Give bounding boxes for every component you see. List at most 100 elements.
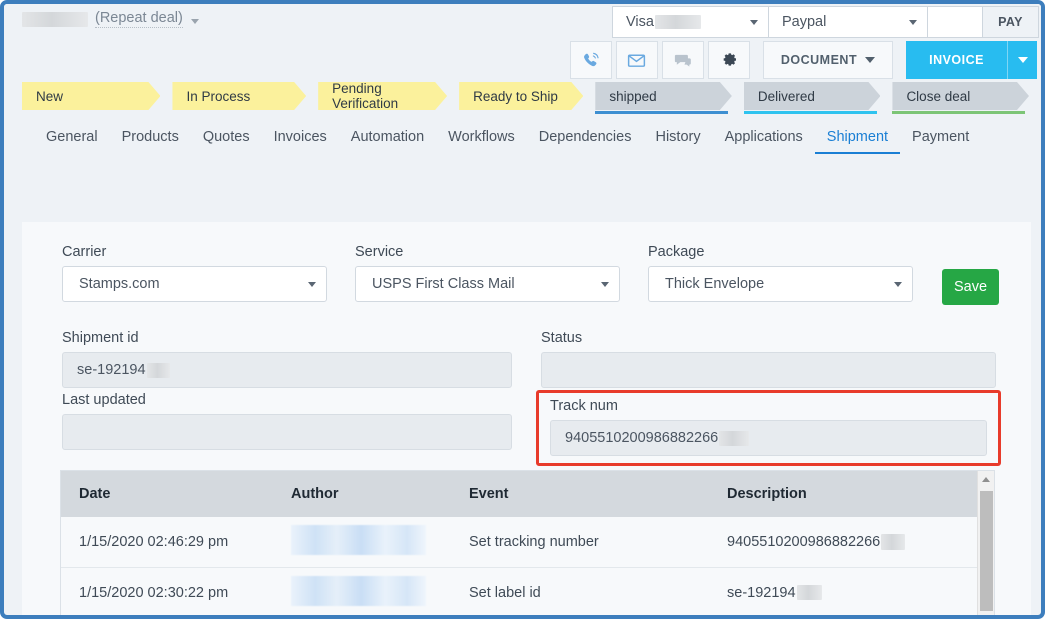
save-button[interactable]: Save [942,269,999,305]
cell-event: Set tracking number [469,534,599,550]
scrollbar-thumb[interactable] [980,491,993,611]
cell-description-redacted [881,534,906,551]
amount-field[interactable] [927,6,983,38]
tab-workflows[interactable]: Workflows [436,123,527,154]
gear-icon [723,53,736,66]
pipeline-stage[interactable]: Ready to Ship [459,82,583,110]
cell-date: 1/15/2020 02:30:22 pm [79,584,229,601]
card-select[interactable]: Visa [612,6,769,38]
call-button[interactable] [569,41,612,79]
track-num-label: Track num [550,398,618,414]
shipment-id-label: Shipment id [62,330,139,346]
column-header-event: Event [469,486,509,502]
status-field-group: Status [541,330,996,388]
history-table-body: 1/15/2020 02:46:29 pm Set tracking number… [61,517,979,615]
pay-button[interactable]: PAY [982,6,1039,38]
document-button[interactable]: DOCUMENT [762,41,894,79]
table-header-row: Date Author Event Description [61,471,979,517]
tab-quotes[interactable]: Quotes [191,123,262,154]
last-updated-input[interactable] [62,414,512,450]
track-num-value: 9405510200986882266 [565,430,719,446]
payment-method-select[interactable]: Paypal [768,6,928,38]
carrier-select[interactable]: Stamps.com [62,266,327,302]
pipeline-stage-label: Pending Verification [332,81,399,111]
chevron-down-icon [865,57,876,63]
track-num-highlight-box: Track num 9405510200986882266 [536,390,1001,466]
tabs-section: General Products Quotes Invoices Automation W… [4,116,1041,154]
chevron-down-icon [1017,57,1028,63]
card-select-value: Visa [626,14,654,30]
last-updated-label: Last updated [62,392,146,408]
tab-dependencies[interactable]: Dependencies [527,123,644,154]
tab-general[interactable]: General [34,123,110,154]
pipeline-stage-label: New [36,88,64,104]
table-row[interactable]: 1/15/2020 02:30:22 pm Set label id se-1921… [61,567,979,615]
package-field-group: Package Thick Envelope [648,244,913,302]
pipeline-stage[interactable]: Delivered [743,82,881,114]
pipeline-stage-label: Delivered [757,88,815,104]
payment-method-value: Paypal [782,14,827,30]
payment-controls: Visa Paypal PAY [612,6,1039,38]
last-updated-field-group: Last updated [62,392,512,450]
cell-description: se-192194 [727,585,979,601]
pipeline-stage-label: Close deal [906,88,971,104]
shipment-id-field-group: Shipment id se-192194 [62,330,512,388]
tab-shipment[interactable]: Shipment [814,123,901,154]
document-button-label: DOCUMENT [780,53,858,67]
email-button[interactable] [615,41,658,79]
pipeline-stage[interactable]: Close deal [892,82,1029,114]
column-header-author: Author [291,486,339,502]
header-top-row: (Repeat deal) Visa Paypal PAY [4,4,1041,40]
chevron-down-icon [909,19,917,25]
table-row[interactable]: 1/15/2020 02:46:29 pm Set tracking number… [61,517,979,567]
invoice-button[interactable]: INVOICE [906,41,1007,79]
pipeline-stage-label: shipped [609,88,657,104]
chevron-down-icon [601,281,609,287]
cell-description-redacted [796,585,822,601]
carrier-value: Stamps.com [79,276,160,292]
tab-payment[interactable]: Payment [900,123,981,154]
service-select[interactable]: USPS First Class Mail [355,266,620,302]
shipment-id-input[interactable]: se-192194 [62,352,512,388]
chevron-down-icon [308,281,316,287]
deal-title[interactable]: (Repeat deal) [22,10,199,28]
carrier-field-group: Carrier Stamps.com [62,244,327,302]
pipeline-stage-underline [743,111,877,114]
pipeline-stage-underline [595,111,729,114]
tab-applications[interactable]: Applications [713,123,815,154]
package-select[interactable]: Thick Envelope [648,266,913,302]
pipeline-stage[interactable]: Pending Verification [318,81,447,111]
tab-automation[interactable]: Automation [339,123,436,154]
invoice-dropdown-button[interactable] [1007,41,1037,79]
pipeline-stage[interactable]: shipped [595,82,732,114]
tab-list: General Products Quotes Invoices Automation W… [34,123,1024,154]
column-header-date: Date [79,486,111,502]
cell-date: 1/15/2020 02:46:29 pm [79,534,229,550]
tab-products[interactable]: Products [110,123,191,154]
service-field-group: Service USPS First Class Mail [355,244,620,302]
pipeline-stage-label: Ready to Ship [473,88,558,104]
phone-icon [584,52,599,66]
chat-bubble-icon [675,54,692,67]
shipment-form-row: Carrier Stamps.com Service USPS First Cl… [62,244,913,302]
settings-button[interactable] [707,41,750,79]
track-num-input[interactable]: 9405510200986882266 [550,420,987,456]
cell-author [291,525,469,559]
pipeline-stage[interactable]: New [22,82,160,110]
chevron-down-icon[interactable] [190,18,199,24]
tab-history[interactable]: History [643,123,712,154]
status-label: Status [541,330,583,346]
shipment-panel: Carrier Stamps.com Service USPS First Cl… [22,222,1031,615]
app-window: (Repeat deal) Visa Paypal PAY DOCUMENT I… [0,0,1045,619]
shipment-id-redacted [146,362,170,378]
tab-invoices[interactable]: Invoices [262,123,339,154]
chat-button[interactable] [661,41,704,79]
deal-stage-pipeline: New In Process Pending Verification Ready t… [4,81,1041,116]
status-input[interactable] [541,352,996,388]
track-num-redacted [719,430,750,446]
envelope-icon [628,54,646,67]
pipeline-stage[interactable]: In Process [172,82,306,110]
scroll-up-button[interactable] [978,471,994,488]
table-scrollbar[interactable] [977,471,994,615]
invoice-button-group: INVOICE [906,41,1037,79]
